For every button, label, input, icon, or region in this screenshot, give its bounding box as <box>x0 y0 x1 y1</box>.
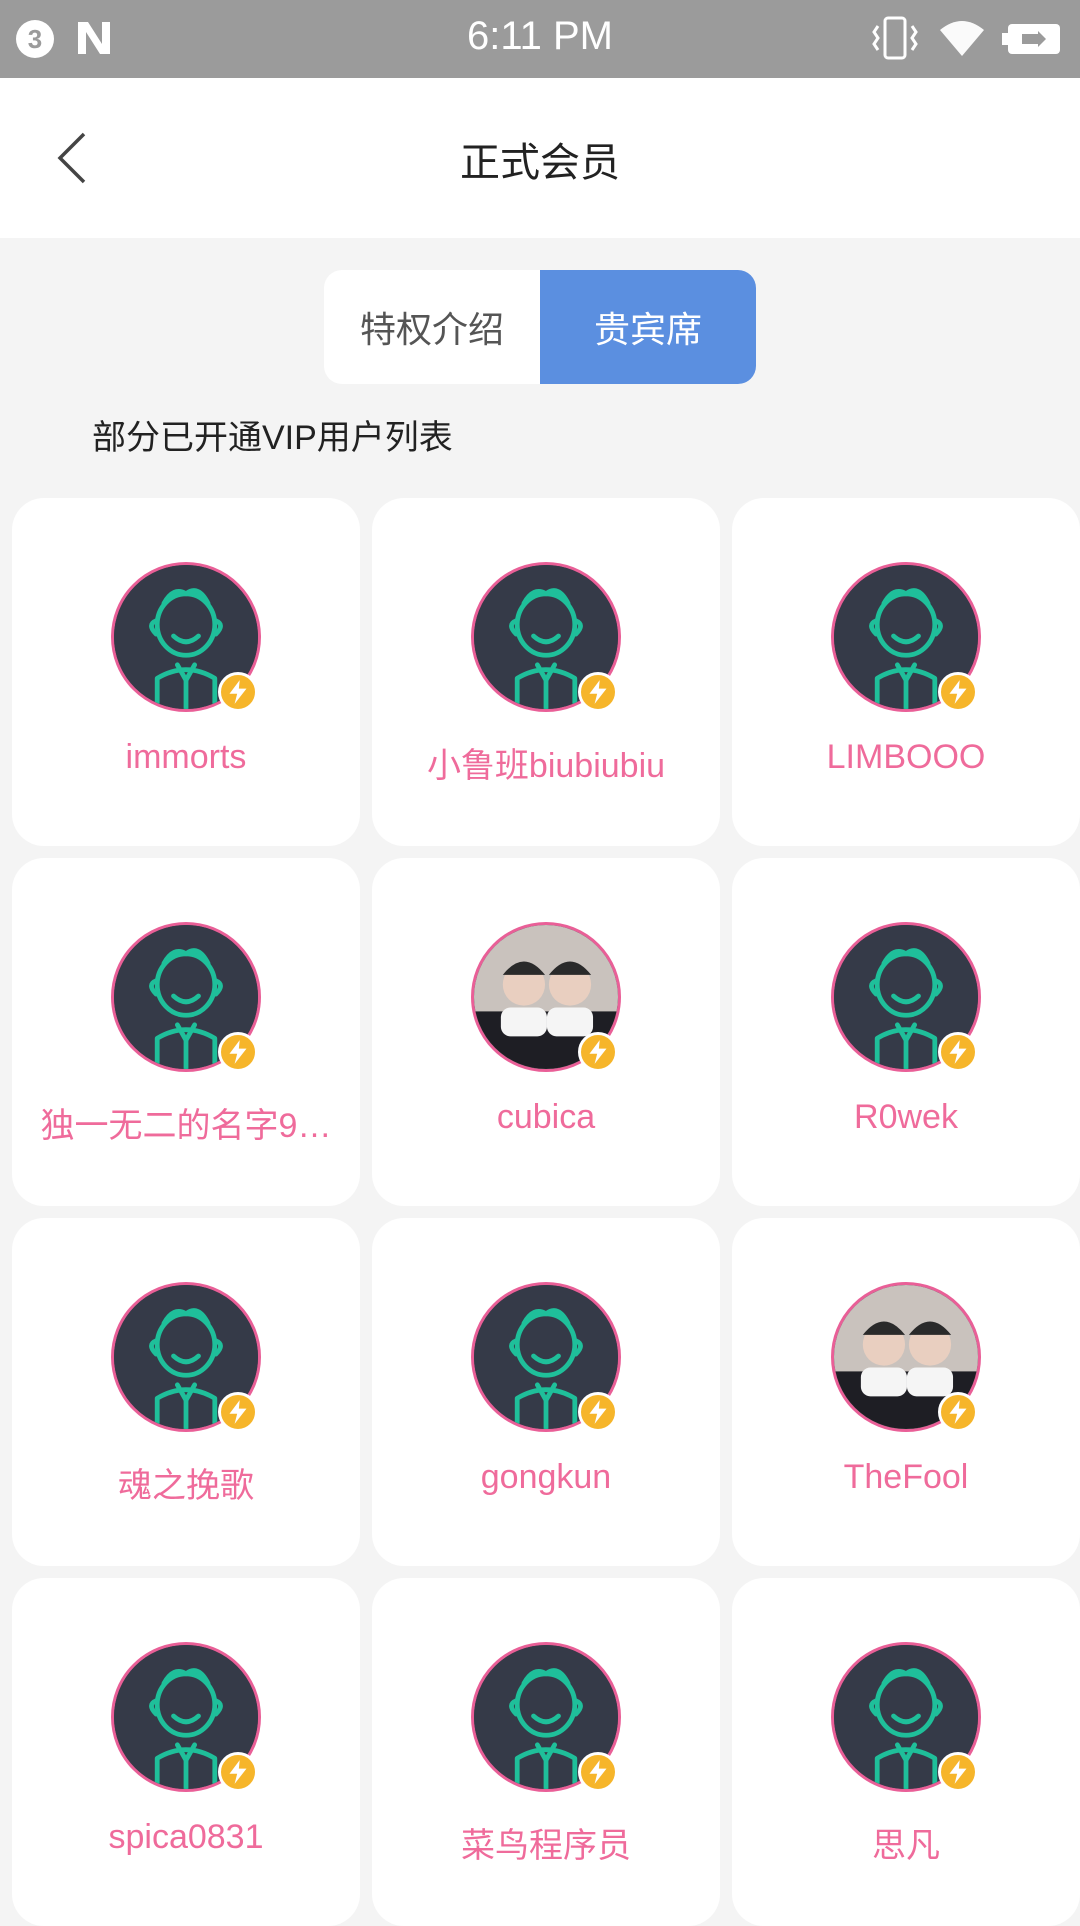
member-card[interactable]: 独一无二的名字9… <box>12 858 360 1206</box>
vip-lightning-icon <box>578 672 618 712</box>
member-name: immorts <box>125 738 247 776</box>
member-name: spica0831 <box>108 1818 264 1856</box>
member-card[interactable]: gongkun <box>372 1218 720 1566</box>
member-name: LIMBOOO <box>826 738 986 776</box>
member-name: TheFool <box>843 1458 969 1496</box>
vip-lightning-icon <box>938 1392 978 1432</box>
member-card[interactable]: spica0831 <box>12 1578 360 1926</box>
vip-lightning-icon <box>218 672 258 712</box>
member-name: 魂之挽歌 <box>118 1467 254 1505</box>
member-card[interactable]: cubica <box>372 858 720 1206</box>
vip-lightning-icon <box>938 1032 978 1072</box>
member-name: gongkun <box>480 1458 612 1496</box>
member-grid: immorts 小鲁班biubiubiu LIMBOOO 独一无二的名字9… cubic… <box>0 0 1080 1926</box>
vip-lightning-icon <box>578 1392 618 1432</box>
vip-lightning-icon <box>938 1752 978 1792</box>
vip-lightning-icon <box>218 1752 258 1792</box>
member-name: 思凡 <box>872 1827 940 1865</box>
member-card[interactable]: 小鲁班biubiubiu <box>372 498 720 846</box>
vip-lightning-icon <box>578 1032 618 1072</box>
member-name: 菜鸟程序员 <box>461 1827 631 1865</box>
member-card[interactable]: 菜鸟程序员 <box>372 1578 720 1926</box>
member-name: 小鲁班biubiubiu <box>426 747 666 785</box>
member-name: 独一无二的名字9… <box>40 1107 332 1145</box>
member-card[interactable]: TheFool <box>732 1218 1080 1566</box>
member-card[interactable]: 魂之挽歌 <box>12 1218 360 1566</box>
vip-lightning-icon <box>578 1752 618 1792</box>
member-card[interactable]: R0wek <box>732 858 1080 1206</box>
member-card[interactable]: LIMBOOO <box>732 498 1080 846</box>
member-name: R0wek <box>854 1098 958 1136</box>
vip-lightning-icon <box>218 1392 258 1432</box>
member-card[interactable]: immorts <box>12 498 360 846</box>
member-name: cubica <box>496 1098 596 1136</box>
vip-lightning-icon <box>218 1032 258 1072</box>
vip-lightning-icon <box>938 672 978 712</box>
member-card[interactable]: 思凡 <box>732 1578 1080 1926</box>
